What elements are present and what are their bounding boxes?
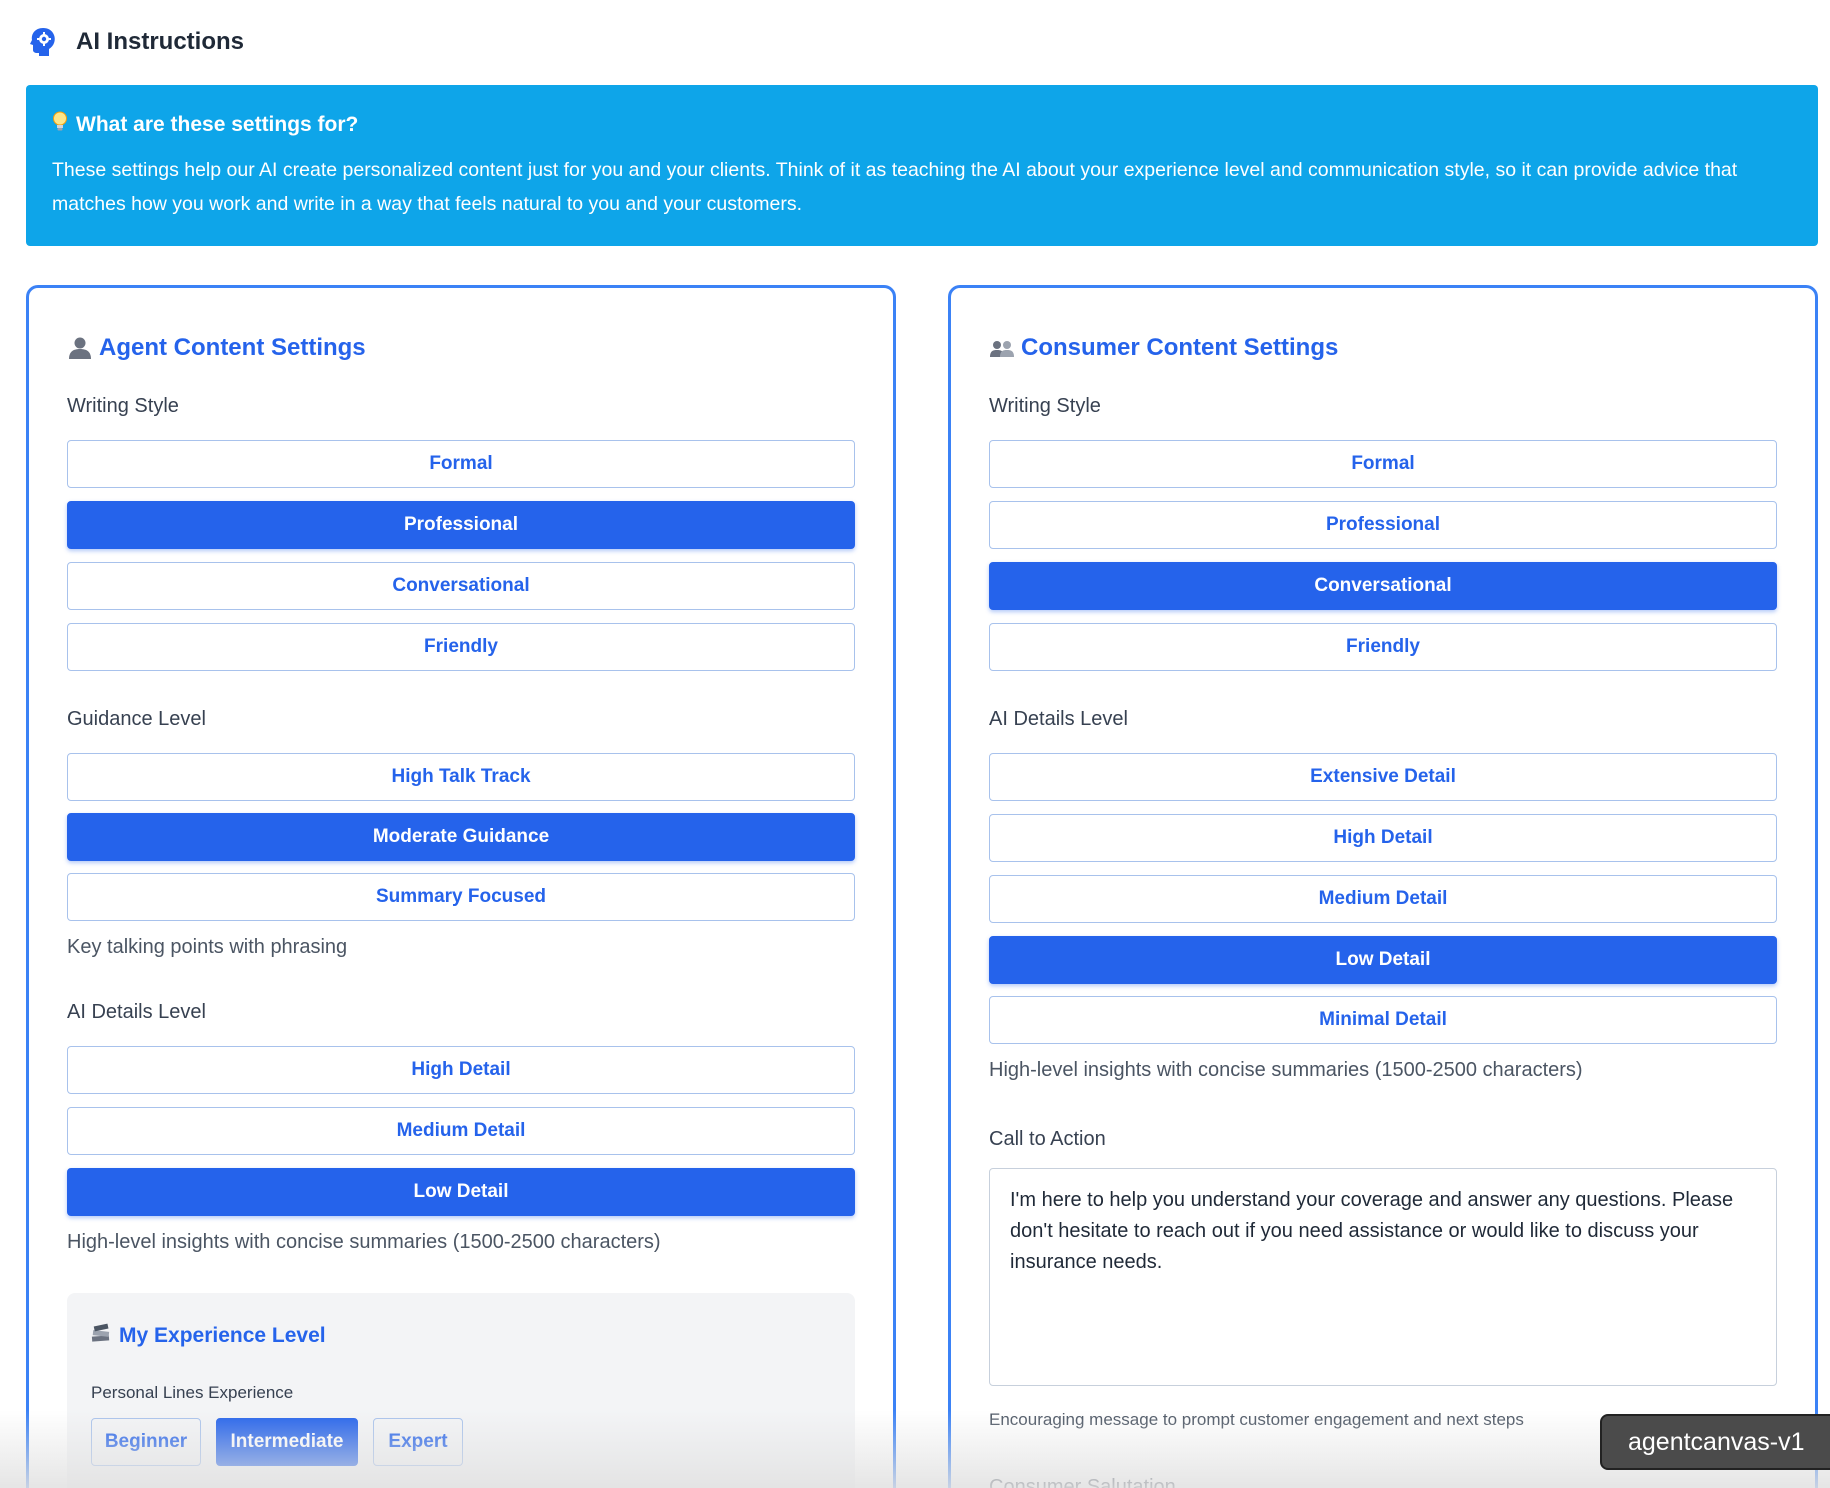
agent-guidance-level-label: Guidance Level	[67, 708, 206, 730]
consumer-details-level-label: AI Details Level	[989, 708, 1128, 730]
experience-intermediate-button[interactable]: Intermediate	[216, 1418, 358, 1466]
page-title: AI Instructions	[76, 28, 245, 55]
people-icon	[989, 335, 1015, 361]
agent-details-medium-button[interactable]: Medium Detail	[67, 1107, 855, 1155]
guidance-summary-focused-button[interactable]: Summary Focused	[67, 873, 855, 921]
consumer-panel-heading: Consumer Content Settings	[1021, 334, 1339, 361]
guidance-high-talk-track-button[interactable]: High Talk Track	[67, 753, 855, 801]
agent-panel-heading: Agent Content Settings	[99, 334, 366, 361]
agent-details-level-hint: High-level insights with concise summari…	[67, 1231, 661, 1253]
ai-head-gear-icon	[28, 25, 58, 59]
info-banner-title: What are these settings for?	[52, 111, 1792, 139]
experience-expert-button[interactable]: Expert	[373, 1418, 463, 1466]
guidance-level-hint: Key talking points with phrasing	[67, 936, 348, 958]
experience-beginner-button[interactable]: Beginner	[91, 1418, 201, 1466]
experience-level-heading: My Experience Level	[119, 1324, 326, 1347]
call-to-action-label: Call to Action	[989, 1128, 1106, 1150]
agent-writing-style-friendly-button[interactable]: Friendly	[67, 623, 855, 671]
info-banner-text: These settings help our AI create person…	[52, 159, 1738, 215]
consumer-writing-style-friendly-button[interactable]: Friendly	[989, 623, 1777, 671]
consumer-details-level-hint: High-level insights with concise summari…	[989, 1059, 1583, 1081]
books-icon	[91, 1323, 111, 1349]
consumer-writing-style-label: Writing Style	[989, 395, 1101, 417]
agent-writing-style-label: Writing Style	[67, 395, 179, 417]
agent-writing-style-formal-button[interactable]: Formal	[67, 440, 855, 488]
consumer-salutation-label: Consumer Salutation	[989, 1476, 1176, 1488]
consumer-panel-title: Consumer Content Settings	[989, 334, 1338, 362]
info-banner: What are these settings for? These setti…	[26, 85, 1818, 246]
consumer-writing-style-professional-button[interactable]: Professional	[989, 501, 1777, 549]
experience-level-box: My Experience Level Personal Lines Exper…	[67, 1293, 855, 1488]
guidance-moderate-button[interactable]: Moderate Guidance	[67, 813, 855, 861]
consumer-details-medium-button[interactable]: Medium Detail	[989, 875, 1777, 923]
person-icon	[67, 335, 93, 361]
agent-details-low-button[interactable]: Low Detail	[67, 1168, 855, 1216]
consumer-settings-panel: Consumer Content Settings Writing Style …	[948, 285, 1818, 1488]
agent-details-high-button[interactable]: High Detail	[67, 1046, 855, 1094]
agent-panel-title: Agent Content Settings	[67, 334, 366, 362]
agentcanvas-version-badge: agentcanvas-v1	[1600, 1414, 1830, 1470]
agent-writing-style-conversational-button[interactable]: Conversational	[67, 562, 855, 610]
consumer-details-low-button[interactable]: Low Detail	[989, 936, 1777, 984]
consumer-writing-style-formal-button[interactable]: Formal	[989, 440, 1777, 488]
personal-lines-experience-label: Personal Lines Experience	[91, 1383, 294, 1402]
lightbulb-icon	[52, 111, 68, 139]
agent-settings-panel: Agent Content Settings Writing Style For…	[26, 285, 896, 1488]
call-to-action-hint: Encouraging message to prompt customer e…	[989, 1410, 1524, 1429]
consumer-details-extensive-button[interactable]: Extensive Detail	[989, 753, 1777, 801]
info-banner-heading: What are these settings for?	[76, 113, 359, 136]
consumer-details-minimal-button[interactable]: Minimal Detail	[989, 996, 1777, 1044]
call-to-action-textarea[interactable]: I'm here to help you understand your cov…	[989, 1168, 1777, 1386]
agent-writing-style-professional-button[interactable]: Professional	[67, 501, 855, 549]
page-header: AI Instructions	[28, 24, 244, 60]
agent-details-level-label: AI Details Level	[67, 1001, 206, 1023]
experience-level-title: My Experience Level	[91, 1323, 326, 1349]
consumer-details-high-button[interactable]: High Detail	[989, 814, 1777, 862]
consumer-writing-style-conversational-button[interactable]: Conversational	[989, 562, 1777, 610]
